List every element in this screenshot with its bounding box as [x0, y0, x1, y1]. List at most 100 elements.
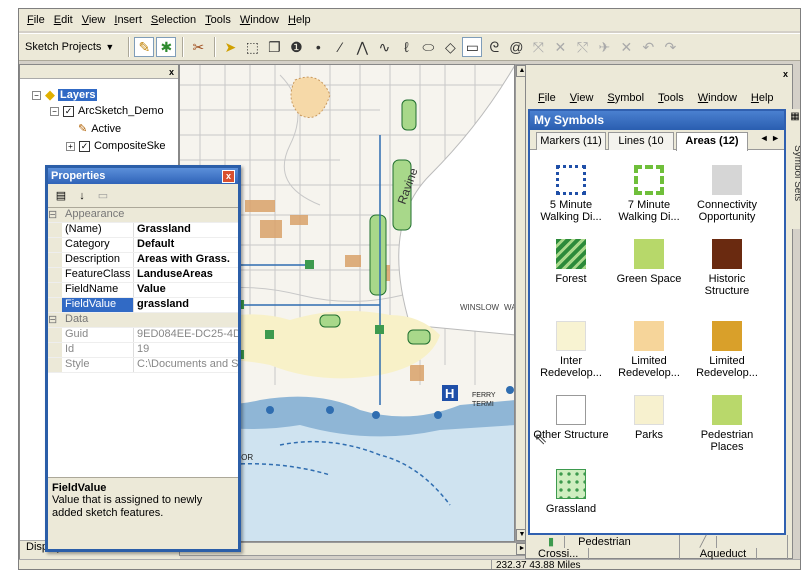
row-gutter — [48, 238, 62, 252]
row-gutter — [48, 328, 62, 342]
tab-aqueduct[interactable]: ╱ Aqueduct — [680, 534, 788, 560]
lasso-icon[interactable]: ᘓ — [484, 37, 504, 57]
dropdown-arrow-icon: ▼ — [105, 42, 115, 52]
tab-scroll-icon[interactable]: ◄ ► — [760, 133, 780, 143]
expand-icon[interactable]: + — [66, 141, 75, 151]
collapse-icon[interactable]: − — [50, 106, 59, 116]
alphabetical-sort-icon[interactable]: ↓ — [73, 187, 91, 205]
toc-item-arcsketch-demo[interactable]: − ✓ ArcSketch_Demo — [50, 105, 164, 117]
symbol-parks[interactable]: Parks — [610, 395, 688, 441]
collapse-icon[interactable]: ⊟ — [48, 313, 62, 327]
property-row-style[interactable]: Style C:\Documents and S — [48, 358, 238, 373]
category-label: Data — [65, 313, 89, 325]
symbols-menu-help[interactable]: Help — [751, 92, 774, 104]
menu-selection[interactable]: Selection — [151, 14, 196, 26]
property-row-fieldname[interactable]: FieldName Value — [48, 283, 238, 298]
collapse-icon[interactable]: ⊟ — [48, 208, 62, 222]
menu-help[interactable]: Help — [288, 14, 311, 26]
symbol-label: Parks — [634, 429, 664, 441]
property-value[interactable]: Default — [134, 238, 238, 252]
sketch-projects-dropdown[interactable]: Sketch Projects ▼ — [25, 41, 114, 53]
symbol-label: Limited Redevelop... — [696, 355, 758, 379]
toc-item-compositesketch[interactable]: + ✓ CompositeSke — [66, 140, 166, 152]
property-row-id[interactable]: Id 19 — [48, 343, 238, 358]
edit-vertex-icon[interactable]: ⬚ — [242, 37, 262, 57]
symbol-green-space[interactable]: Green Space — [610, 239, 688, 285]
toc-close-icon[interactable]: x — [169, 67, 174, 77]
menubar: File Edit View Insert Selection Tools Wi… — [19, 9, 800, 31]
row-gutter — [48, 358, 62, 372]
menu-view[interactable]: View — [82, 14, 106, 26]
symbol-inter-redevelop[interactable]: Inter Redevelop... — [532, 321, 610, 379]
categorized-view-icon[interactable]: ▤ — [52, 187, 70, 205]
diamond-icon[interactable]: ◇ — [440, 37, 460, 57]
menu-insert[interactable]: Insert — [114, 14, 142, 26]
symbol-forest[interactable]: Forest — [532, 239, 610, 285]
property-row-description[interactable]: Description Areas with Grass. — [48, 253, 238, 268]
symbols-menu-view[interactable]: View — [570, 92, 594, 104]
symbol-pedestrian-places[interactable]: Pedestrian Places — [688, 395, 766, 453]
symbol-grassland[interactable]: Grassland — [532, 469, 610, 515]
properties-titlebar[interactable]: Properties x — [48, 168, 238, 184]
tab-markers[interactable]: Markers (11) — [536, 132, 606, 150]
layer-checkbox[interactable]: ✓ — [63, 105, 74, 117]
symbol-5-minute-walking[interactable]: 5 Minute Walking Di... — [532, 165, 610, 223]
symbols-menu-file[interactable]: File — [538, 92, 556, 104]
properties-close-icon[interactable]: x — [222, 169, 235, 183]
point-icon[interactable]: • — [308, 37, 328, 57]
symbol-swatch — [712, 395, 742, 425]
eraser-icon[interactable]: ✂ — [188, 37, 208, 57]
toc-active-label: Active — [91, 122, 122, 135]
property-value[interactable]: Grassland — [134, 223, 238, 237]
toc-item-layers[interactable]: − ◆ Layers — [32, 87, 98, 103]
menu-file[interactable]: File — [27, 14, 45, 26]
line-icon[interactable]: ⁄ — [330, 37, 350, 57]
symbols-close-icon[interactable]: x — [783, 69, 788, 79]
menu-window[interactable]: Window — [240, 14, 279, 26]
collapse-icon[interactable]: − — [32, 90, 41, 100]
spiral-icon[interactable]: @ — [506, 37, 526, 57]
toc-item-active[interactable]: ✎ Active — [78, 122, 122, 136]
sketch-brush-icon[interactable]: ✱ — [156, 37, 177, 57]
coordinate-readout: 232.37 43.88 Miles — [491, 560, 581, 569]
aqueduct-icon: ╱ — [689, 535, 718, 548]
rectangle-icon[interactable]: ▭ — [462, 37, 483, 57]
symbol-connectivity-opportunity[interactable]: Connectivity Opportunity — [688, 165, 766, 223]
symbol-tabs: Markers (11) Lines (10 Areas (12) ◄ ► — [530, 130, 784, 151]
property-row-name[interactable]: (Name) Grassland — [48, 223, 238, 238]
menu-edit[interactable]: Edit — [54, 14, 73, 26]
menu-tools[interactable]: Tools — [205, 14, 231, 26]
property-row-featureclass[interactable]: FeatureClass LanduseAreas — [48, 268, 238, 283]
property-value[interactable]: grassland — [134, 298, 238, 312]
tab-pedestrian-crossing[interactable]: ▮ Pedestrian Crossi... — [528, 534, 680, 560]
property-row-guid[interactable]: Guid 9ED084EE-DC25-4D — [48, 328, 238, 343]
property-row-category[interactable]: Category Default — [48, 238, 238, 253]
category-data[interactable]: ⊟ Data — [48, 313, 238, 328]
ellipse-icon[interactable]: ⬭ — [418, 37, 438, 57]
symbol-limited-redevelop-dark[interactable]: Limited Redevelop... — [688, 321, 766, 379]
symbol-7-minute-walking[interactable]: 7 Minute Walking Di... — [610, 165, 688, 223]
category-appearance[interactable]: ⊟ Appearance — [48, 208, 238, 223]
copy-feature-icon[interactable]: ❐ — [264, 37, 284, 57]
polyline-icon[interactable]: ⋀ — [352, 37, 372, 57]
select-arrow-icon[interactable]: ➤ — [220, 37, 240, 57]
property-value: 19 — [137, 343, 150, 355]
info-icon[interactable]: ❶ — [286, 37, 306, 57]
property-value[interactable]: LanduseAreas — [134, 268, 238, 282]
tab-lines[interactable]: Lines (10 — [608, 132, 674, 150]
property-value[interactable]: Areas with Grass. — [134, 253, 238, 267]
freehand-icon[interactable]: ℓ — [396, 37, 416, 57]
symbol-label: Inter Redevelop... — [540, 355, 602, 379]
undo-icon: ↶ — [642, 38, 655, 55]
symbols-menu-window[interactable]: Window — [698, 92, 737, 104]
symbols-menu-symbol[interactable]: Symbol — [607, 92, 644, 104]
property-value[interactable]: Value — [134, 283, 238, 297]
layer-checkbox[interactable]: ✓ — [79, 140, 90, 152]
symbol-historic-structure[interactable]: Historic Structure — [688, 239, 766, 297]
sketch-pen-icon[interactable]: ✎ — [134, 37, 155, 57]
curve-icon[interactable]: ∿ — [374, 37, 394, 57]
symbol-limited-redevelop-light[interactable]: Limited Redevelop... — [610, 321, 688, 379]
symbols-menu-tools[interactable]: Tools — [658, 92, 684, 104]
tab-areas[interactable]: Areas (12) — [676, 132, 748, 151]
property-row-fieldvalue[interactable]: FieldValue grassland — [48, 298, 238, 313]
